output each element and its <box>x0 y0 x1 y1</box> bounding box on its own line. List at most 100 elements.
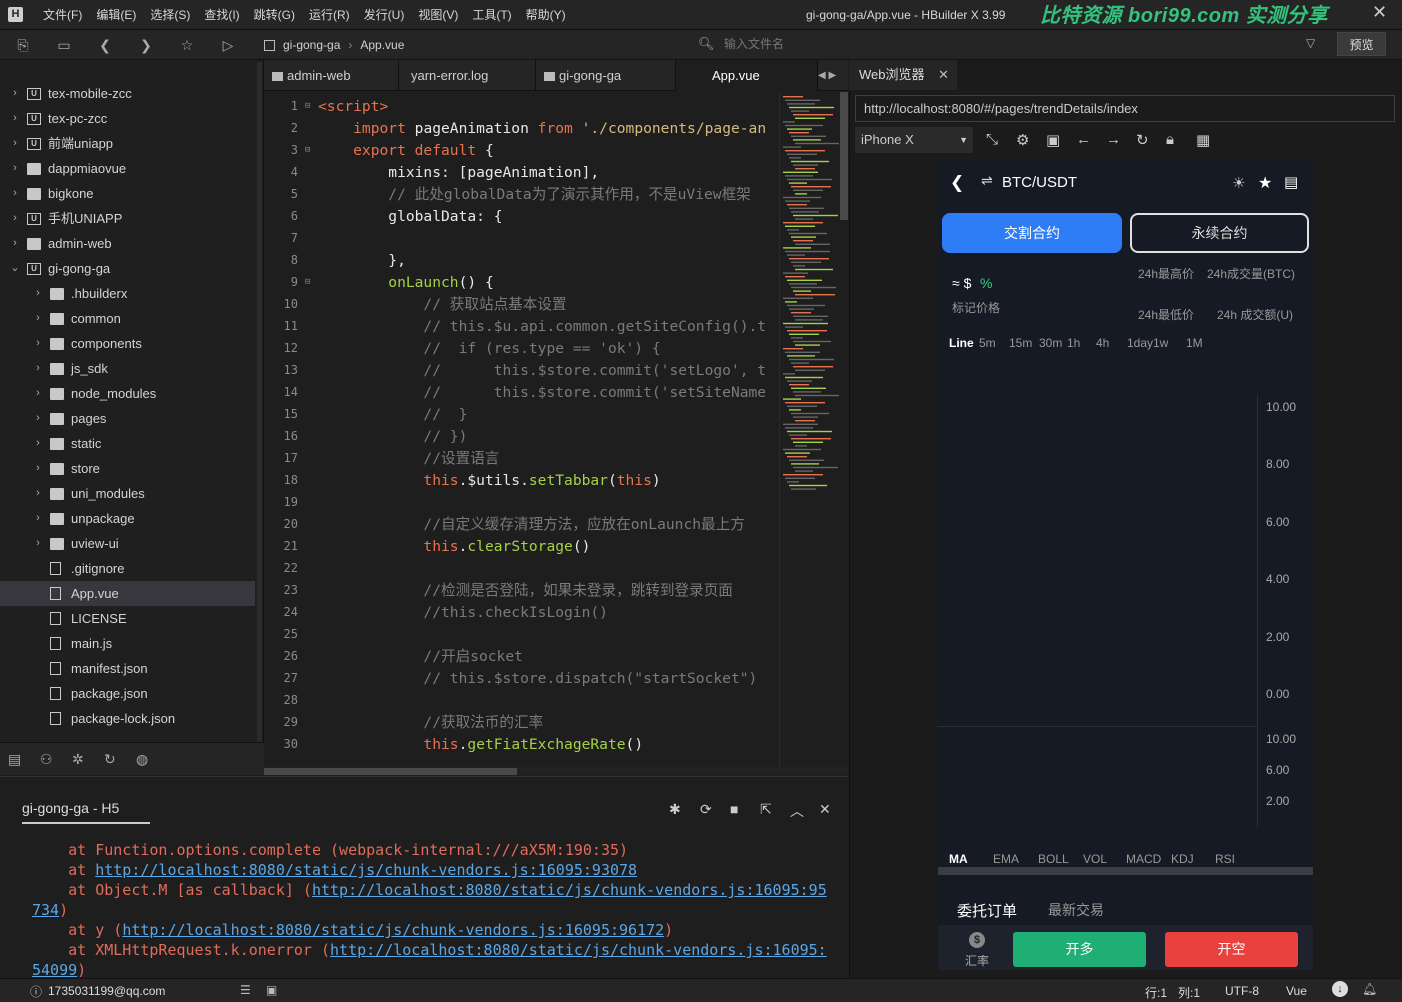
tree-item[interactable]: › .hbuilderx <box>0 281 255 306</box>
tab-0[interactable]: admin-web <box>264 60 399 91</box>
debug-icon[interactable]: ✲ <box>72 751 84 768</box>
preview-button[interactable]: 预览 <box>1337 32 1386 56</box>
tree-item[interactable]: › uview-ui <box>0 531 255 556</box>
forward-arrow-icon[interactable]: → <box>1106 131 1121 148</box>
device-select[interactable]: iPhone X ▼ <box>855 127 973 153</box>
editor-horizontal-scrollbar[interactable] <box>264 768 517 775</box>
chevron-right-icon[interactable]: › <box>33 356 43 381</box>
chevron-right-icon[interactable]: › <box>10 231 20 256</box>
tree-item[interactable]: › admin-web <box>0 231 255 256</box>
indicator-6[interactable]: RSI <box>1215 852 1235 866</box>
chevron-right-icon[interactable]: › <box>10 106 20 131</box>
tree-item[interactable]: › Utex-pc-zcc <box>0 106 255 131</box>
fold-icon[interactable]: ⊟ <box>305 101 310 111</box>
editor-vertical-scrollbar[interactable] <box>840 92 848 220</box>
cloud-icon[interactable]: ◍ <box>136 751 148 768</box>
swap-icon[interactable]: ⇌ <box>981 172 993 189</box>
chevron-right-icon[interactable]: › <box>10 81 20 106</box>
chevron-right-icon[interactable]: › <box>33 306 43 331</box>
console-tab[interactable]: gi-gong-ga - H5 <box>22 800 150 824</box>
user-account[interactable]: 1735031199@qq.com <box>48 984 165 998</box>
indicator-0[interactable]: MA <box>949 852 968 866</box>
back-arrow-icon[interactable]: ← <box>1076 131 1091 148</box>
minimap[interactable] <box>779 92 839 767</box>
download-icon[interactable]: ↓ <box>1332 981 1348 997</box>
chevron-right-icon[interactable]: › <box>33 431 43 456</box>
tab-latest-trades[interactable]: 最新交易 <box>1048 900 1104 920</box>
tree-item[interactable]: › U 前端uniapp <box>0 131 255 156</box>
collapse-icon[interactable]: ︿ <box>790 801 804 821</box>
tree-item[interactable]: › unpackage <box>0 506 255 531</box>
list-icon[interactable]: ☰ <box>240 983 251 997</box>
chevron-right-icon[interactable]: › <box>10 181 20 206</box>
timeframe-5[interactable]: 4h <box>1096 336 1109 350</box>
rate-label[interactable]: 汇率 <box>965 952 989 969</box>
fold-icon[interactable]: ⊟ <box>305 145 310 155</box>
refresh-icon[interactable]: ↻ <box>1136 131 1149 149</box>
filter-icon[interactable]: ▽ <box>1306 36 1315 50</box>
code-editor[interactable]: 1 ⊟ 2 3 ⊟ 4 5 6 7 8 9 ⊟ 10 11 12 13 14 15 16 17 18 19 20 21 22 23… <box>264 92 848 767</box>
chevron-down-icon[interactable]: ⌄ <box>10 256 20 281</box>
tree-item[interactable]: › static <box>0 431 255 456</box>
timeframe-3[interactable]: 30m <box>1039 336 1062 350</box>
close-tab-icon[interactable]: ✕ <box>938 67 949 82</box>
close-icon[interactable]: ✕ <box>1372 2 1387 23</box>
console-link[interactable]: http://localhost:8080/static/js/chunk-ve… <box>122 921 664 939</box>
indicator-1[interactable]: EMA <box>993 852 1019 866</box>
timeframe-4[interactable]: 1h <box>1067 336 1080 350</box>
tab-1[interactable]: yarn-error.log <box>399 60 536 91</box>
qrcode-icon[interactable]: ▦ <box>1196 131 1210 149</box>
indicator-2[interactable]: BOLL <box>1038 852 1069 866</box>
run-icon[interactable]: ▷ <box>219 36 237 54</box>
timeframe-2[interactable]: 15m <box>1009 336 1032 350</box>
forward-icon[interactable]: ❯ <box>137 36 155 54</box>
chevron-right-icon[interactable]: › <box>33 281 43 306</box>
git-icon[interactable]: ↻ <box>104 751 116 768</box>
tree-item[interactable]: › components <box>0 331 255 356</box>
chevron-right-icon[interactable]: › <box>33 506 43 531</box>
timeframe-0[interactable]: Line <box>949 336 974 350</box>
sidebar-scrollbar[interactable] <box>257 62 262 742</box>
explorer-icon[interactable]: ▤ <box>8 751 21 768</box>
new-file-icon[interactable]: ⎘ <box>14 36 32 54</box>
tree-item[interactable]: ⌄ Ugi-gong-ga <box>0 256 255 281</box>
tree-item[interactable]: App.vue <box>0 581 255 606</box>
console-link[interactable]: http://localhost:8080/static/js/chunk-ve… <box>312 881 827 899</box>
tree-item[interactable]: .gitignore <box>0 556 255 581</box>
back-icon[interactable]: ❮ <box>96 36 114 54</box>
close-panel-icon[interactable]: ✕ <box>819 801 831 818</box>
menu-item[interactable]: 文件(F) <box>36 0 89 30</box>
menu-item[interactable]: 运行(R) <box>302 0 357 30</box>
tree-item[interactable]: main.js <box>0 631 255 656</box>
tab-open-orders[interactable]: 委托订单 <box>957 900 1017 921</box>
chevron-right-icon[interactable]: › <box>10 131 20 156</box>
tree-item[interactable]: › uni_modules <box>0 481 255 506</box>
indicator-3[interactable]: VOL <box>1083 852 1107 866</box>
tree-item[interactable]: › store <box>0 456 255 481</box>
timeframe-8[interactable]: 1M <box>1186 336 1203 350</box>
lock-icon[interactable]: 🔒︎ <box>1166 131 1174 148</box>
timeframe-7[interactable]: 1w <box>1153 336 1168 350</box>
encoding[interactable]: UTF-8 <box>1225 984 1259 998</box>
open-long-button[interactable]: 开多 <box>1013 932 1146 967</box>
menu-item[interactable]: 跳转(G) <box>247 0 302 30</box>
tree-item[interactable]: LICENSE <box>0 606 255 631</box>
export-icon[interactable]: ⇱ <box>760 801 772 818</box>
tree-item[interactable]: › bigkone <box>0 181 255 206</box>
tab-perpetual-contract[interactable]: 永续合约 <box>1130 213 1309 253</box>
browser-tab[interactable]: Web浏览器 ✕ <box>849 60 957 90</box>
tab-delivery-contract[interactable]: 交割合约 <box>942 213 1122 253</box>
file-search-input[interactable] <box>694 33 1329 55</box>
terminal-icon[interactable]: ▣ <box>266 983 277 997</box>
restart-icon[interactable]: ⟳ <box>700 801 712 818</box>
notification-bell-icon[interactable]: 🔔︎ <box>1362 982 1377 996</box>
tree-item[interactable]: › Utex-mobile-zcc <box>0 81 255 106</box>
chevron-right-icon[interactable]: › <box>10 156 20 181</box>
timeframe-1[interactable]: 5m <box>979 336 996 350</box>
url-bar[interactable]: http://localhost:8080/#/pages/trendDetai… <box>855 95 1395 122</box>
chevron-right-icon[interactable]: › <box>33 531 43 556</box>
tree-item[interactable]: › pages <box>0 406 255 431</box>
menu-item[interactable]: 查找(I) <box>197 0 246 30</box>
dollar-icon[interactable]: $ <box>969 932 985 948</box>
tree-item[interactable]: manifest.json <box>0 656 255 681</box>
